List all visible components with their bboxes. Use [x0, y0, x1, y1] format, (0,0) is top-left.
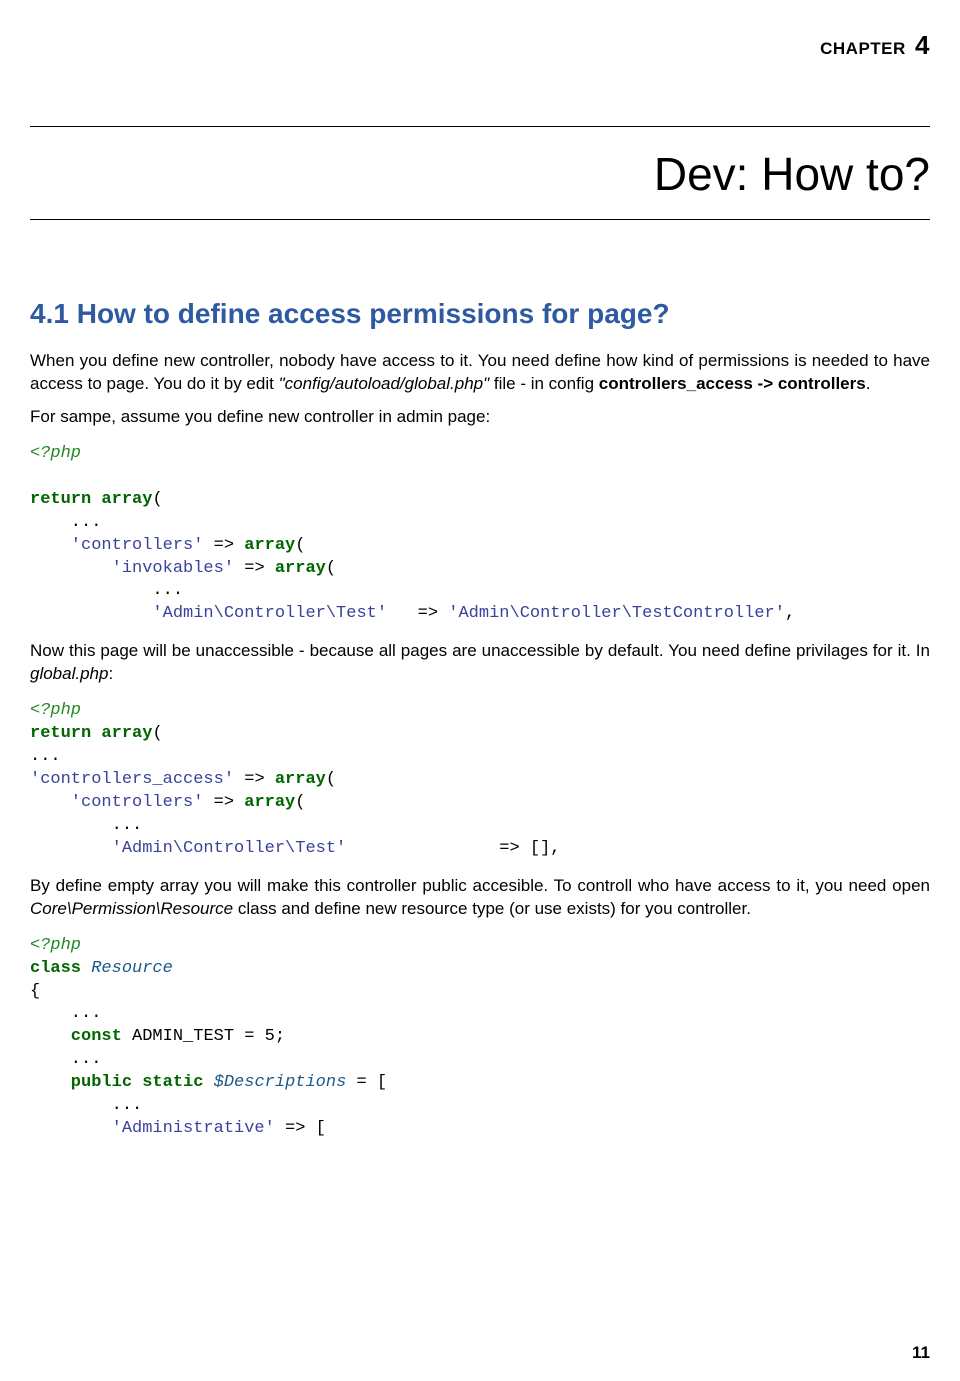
code-punct: {	[30, 982, 40, 1001]
text: By define empty array you will make this…	[30, 876, 930, 895]
spacer	[30, 220, 930, 298]
code-punct: =>	[387, 604, 448, 623]
section-title-text: How to define access permissions for pag…	[77, 298, 670, 329]
page: CHAPTER 4 Dev: How to? 4.1 How to define…	[0, 0, 960, 1381]
code-number: 5	[265, 1027, 275, 1046]
section-heading: 4.1 How to define access permissions for…	[30, 298, 930, 330]
code-text: ...	[30, 816, 142, 835]
code-keyword: array	[244, 793, 295, 812]
text: file - in config	[489, 374, 599, 393]
chapter-number: 4	[915, 30, 930, 60]
code-keyword: array	[91, 490, 152, 509]
code-punct: (	[295, 793, 305, 812]
section-number: 4.1	[30, 298, 69, 329]
code-text: ...	[30, 747, 61, 766]
code-punct: (	[152, 724, 162, 743]
text-italic: Core\Permission\Resource	[30, 899, 233, 918]
code-punct: (	[152, 490, 162, 509]
code-keyword: static	[132, 1073, 203, 1092]
code-string: 'Admin\Controller\TestController'	[448, 604, 785, 623]
code-punct: => [],	[346, 839, 560, 858]
code-keyword: const	[30, 1027, 122, 1046]
code-string: 'controllers_access'	[30, 770, 234, 789]
text-italic: global.php	[30, 664, 108, 683]
text: Now this page will be unaccessible - bec…	[30, 641, 930, 660]
rule-top	[30, 126, 930, 127]
code-text: ...	[30, 1004, 101, 1023]
code-block: <?php return array( ... 'controllers' =>…	[30, 443, 930, 627]
code-text: ...	[30, 513, 101, 532]
code-php-tag: <?php	[30, 444, 81, 463]
code-keyword: array	[275, 559, 326, 578]
code-punct: =	[234, 1027, 265, 1046]
code-punct: (	[326, 770, 336, 789]
code-string: 'controllers'	[30, 793, 203, 812]
text: class and define new resource type (or u…	[233, 899, 751, 918]
code-string: 'Admin\Controller\Test'	[30, 839, 346, 858]
text: :	[108, 664, 113, 683]
code-text: ...	[30, 581, 183, 600]
chapter-label: CHAPTER 4	[30, 30, 930, 61]
code-punct: (	[326, 559, 336, 578]
code-keyword: public	[30, 1073, 132, 1092]
code-punct: =>	[203, 793, 244, 812]
code-string: 'controllers'	[30, 536, 203, 555]
text-bold: controllers_access -> controllers	[599, 374, 866, 393]
code-punct: ,	[785, 604, 795, 623]
chapter-title: Dev: How to?	[30, 147, 930, 201]
code-php-tag: <?php	[30, 701, 81, 720]
code-keyword: return	[30, 724, 91, 743]
code-punct: = [	[346, 1073, 387, 1092]
text: For sampe, assume you define new control…	[30, 407, 490, 426]
code-punct: =>	[234, 559, 275, 578]
code-punct: =>	[203, 536, 244, 555]
code-punct: (	[295, 536, 305, 555]
paragraph: Now this page will be unaccessible - bec…	[30, 640, 930, 686]
code-string: 'Admin\Controller\Test'	[30, 604, 387, 623]
code-keyword: array	[275, 770, 326, 789]
paragraph: When you define new controller, nobody h…	[30, 350, 930, 396]
code-ident: Resource	[81, 959, 173, 978]
code-block: <?php return array( ... 'controllers_acc…	[30, 700, 930, 861]
text-italic: "config/autoload/global.php"	[279, 374, 490, 393]
code-punct: =>	[234, 770, 275, 789]
code-text: ...	[30, 1096, 142, 1115]
code-text: ADMIN_TEST	[122, 1027, 234, 1046]
code-ident: $Descriptions	[203, 1073, 346, 1092]
code-keyword: array	[244, 536, 295, 555]
text: .	[866, 374, 871, 393]
code-keyword: array	[91, 724, 152, 743]
code-keyword: return	[30, 490, 91, 509]
paragraph: For sampe, assume you define new control…	[30, 406, 930, 429]
code-php-tag: <?php	[30, 936, 81, 955]
paragraph: By define empty array you will make this…	[30, 875, 930, 921]
chapter-label-text: CHAPTER	[820, 39, 906, 58]
code-block: <?php class Resource { ... const ADMIN_T…	[30, 935, 930, 1141]
page-number: 11	[912, 1343, 930, 1363]
code-text: ...	[30, 1050, 101, 1069]
code-string: 'invokables'	[30, 559, 234, 578]
code-punct: ;	[275, 1027, 285, 1046]
code-string: 'Administrative'	[30, 1119, 275, 1138]
code-punct: => [	[275, 1119, 326, 1138]
code-keyword: class	[30, 959, 81, 978]
